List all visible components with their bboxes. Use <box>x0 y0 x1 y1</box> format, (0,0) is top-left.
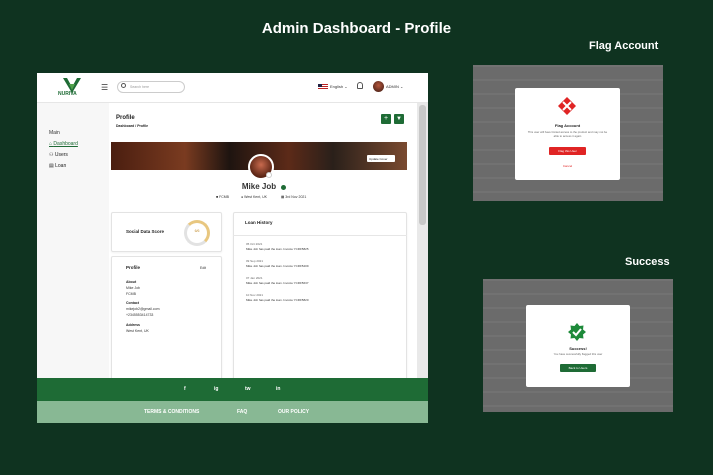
linkedin-icon[interactable]: in <box>276 386 280 392</box>
flag-modal-subtitle: This user will have limited access to th… <box>527 130 608 138</box>
meta-date: ▦ 3rd Nov 2021 <box>281 195 307 199</box>
meta-company-text: FCMB <box>219 195 230 199</box>
top-bar <box>37 73 428 103</box>
user-menu-label: ADMIN <box>386 84 399 89</box>
sidebar-section-label: Main <box>49 130 60 136</box>
edit-avatar-icon[interactable] <box>266 172 272 178</box>
scrollbar-thumb[interactable] <box>419 105 426 225</box>
edit-link[interactable]: Edit <box>200 266 206 270</box>
score-ring <box>184 220 210 246</box>
facebook-icon[interactable]: f <box>184 386 186 392</box>
flag-icon <box>318 84 328 90</box>
loan-entry: Mike Job has paid the loan. Invoice YCRF… <box>246 298 309 302</box>
loan-date: 10 Nov 2021 <box>246 293 264 297</box>
check-icon <box>568 323 586 341</box>
address-line: West Kent, UK <box>126 329 149 333</box>
profile-screen: NURIVA ☰ Search here English ⌄ ADMIN ⌄ M… <box>37 73 428 423</box>
search-input[interactable]: Search here <box>117 81 185 93</box>
divider <box>233 235 407 236</box>
menu-icon[interactable]: ☰ <box>101 83 108 92</box>
profile-title: Profile <box>116 115 135 121</box>
meta-location-text: West Kent, UK <box>244 195 267 199</box>
add-button[interactable]: + <box>381 114 391 124</box>
score-card-title: Social Data Score <box>126 229 165 234</box>
loan-entry: Mike Job has paid the loan. Invoice YCRF… <box>246 281 309 285</box>
breadcrumb: Dashboard / Profile <box>116 124 149 128</box>
meta-date-text: 3rd Nov 2021 <box>285 195 307 199</box>
online-status-icon <box>281 185 286 190</box>
sidebar-item-label: Dashboard <box>53 141 78 147</box>
faq-link[interactable]: FAQ <box>237 409 247 415</box>
footer-links <box>37 401 428 423</box>
about-line: FCMB <box>126 292 136 296</box>
loan-date: 05 Oct 2021 <box>246 242 263 246</box>
loan-entry: Mike Job has paid the loan. Invoice YCRF… <box>246 264 309 268</box>
sidebar-item-label: Users <box>54 152 68 158</box>
instagram-icon[interactable]: ig <box>214 386 218 392</box>
logo-icon <box>63 78 81 93</box>
loan-history-title: Loan History <box>245 220 273 225</box>
loan-entry: Mike Job has paid the loan. Invoice YCRF… <box>246 247 309 251</box>
loan-date: 09 Sep 2021 <box>246 259 264 263</box>
avatar[interactable] <box>373 81 384 92</box>
sidebar-item-label: Loan <box>55 163 67 169</box>
logo-text: NURIVA <box>58 91 77 97</box>
loan-date: 07 Jan 2021 <box>246 276 263 280</box>
profile-card-title: Profile <box>126 265 141 270</box>
sidebar-item-loan[interactable]: ▤ Loan <box>49 163 66 169</box>
success-modal-title: Success! <box>569 346 587 351</box>
about-label: About <box>126 280 137 284</box>
page-title: Admin Dashboard - Profile <box>261 20 452 37</box>
back-to-users-button[interactable]: Back to Users <box>560 364 596 372</box>
policy-link[interactable]: OUR POLICY <box>278 409 309 415</box>
about-line: Mike Job <box>126 286 141 290</box>
footer-social <box>37 378 428 401</box>
contact-line: +2345553414733 <box>126 313 154 317</box>
success-modal-subtitle: You have successfully flagged this user <box>553 352 603 356</box>
language-select[interactable]: English ⌄ <box>330 84 348 89</box>
flag-x-icon <box>558 97 576 115</box>
bell-icon[interactable] <box>357 82 363 89</box>
sidebar-item-dashboard[interactable]: ⌂ Dashboard <box>49 141 78 147</box>
flag-cancel-button[interactable]: Cancel <box>549 162 586 170</box>
terms-link[interactable]: TERMS & CONDITIONS <box>144 409 199 415</box>
sidebar-item-users[interactable]: ⚇ Users <box>49 152 68 158</box>
address-label: Address <box>126 323 141 327</box>
profile-name: Mike Job <box>241 182 277 191</box>
success-title: Success <box>625 256 670 268</box>
meta-location: ● West Kent, UK <box>241 195 267 199</box>
profile-card <box>111 256 222 380</box>
twitter-icon[interactable]: tw <box>245 386 251 392</box>
score-value: 6/6 <box>194 229 200 233</box>
user-menu[interactable]: ADMIN ⌄ <box>386 84 403 89</box>
meta-company: ■ FCMB <box>216 195 230 199</box>
flag-confirm-button[interactable]: Flag this User <box>549 147 586 155</box>
flag-account-title: Flag Account <box>589 40 659 52</box>
filter-button[interactable]: ▼ <box>394 114 404 124</box>
language-label: English <box>330 84 344 89</box>
update-cover-button[interactable]: Update Cover <box>367 155 395 162</box>
contact-label: Contact <box>126 301 140 305</box>
contact-line: mikejob2@gmail.com <box>126 307 160 311</box>
flag-modal-title: Flag Account <box>554 123 581 128</box>
